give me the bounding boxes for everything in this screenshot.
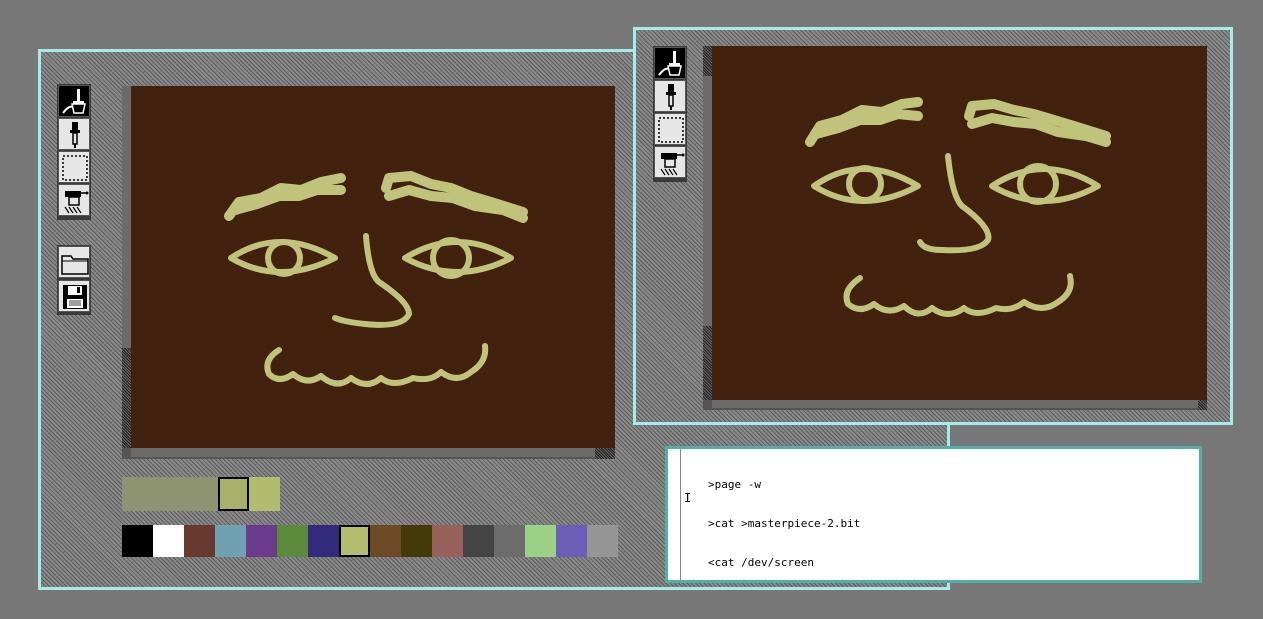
scroll-corner [595, 448, 615, 459]
palette-swatch[interactable] [339, 525, 370, 557]
canvas-area [122, 86, 615, 459]
face-drawing [805, 97, 1111, 317]
eyedropper-tool[interactable] [58, 118, 90, 150]
vertical-scrollbar[interactable] [122, 86, 131, 348]
face-drawing [224, 171, 528, 387]
palette-swatch[interactable] [525, 525, 556, 557]
eyedropper-tool[interactable] [654, 80, 686, 112]
palette-swatch[interactable] [215, 525, 246, 557]
canvas-area [703, 46, 1207, 410]
marquee-select-tool[interactable] [58, 151, 90, 183]
vertical-scrollbar[interactable] [703, 76, 712, 326]
eyedropper-icon [666, 84, 676, 110]
drawing-canvas[interactable] [131, 86, 615, 448]
terminal-scroll-gutter[interactable] [680, 449, 681, 580]
terminal-line: >cat >masterpiece-2.bit [708, 517, 861, 530]
fill-tool[interactable] [654, 146, 686, 178]
text-cursor-icon: I [684, 491, 692, 505]
palette-swatch[interactable] [401, 525, 432, 557]
terminal-output: >page -w >cat >masterpiece-2.bit <cat /d… [708, 452, 860, 595]
marquee-select-tool[interactable] [654, 113, 686, 145]
terminal-line: <cat /dev/screen [708, 556, 814, 569]
fill-tool[interactable] [58, 184, 90, 216]
horizontal-scrollbar[interactable] [712, 400, 1198, 408]
drawing-canvas[interactable] [712, 46, 1207, 400]
open-file-tool[interactable] [58, 246, 90, 278]
palette-swatch[interactable] [494, 525, 525, 557]
fill-tool-icon [64, 191, 89, 214]
palette-swatch[interactable] [370, 525, 401, 557]
current-colors [122, 477, 280, 511]
eyedropper-icon [70, 122, 80, 148]
terminal-line: >page -w [708, 478, 761, 491]
current-color-swatch[interactable] [122, 477, 218, 511]
palette-swatch[interactable] [556, 525, 587, 557]
palette-swatch[interactable] [153, 525, 184, 557]
floppy-disk-save-icon [63, 285, 87, 309]
scroll-track-remainder [122, 348, 131, 448]
scroll-track-remainder [703, 326, 712, 400]
paintbrush-tool[interactable] [58, 85, 90, 117]
save-file-tool[interactable] [58, 280, 90, 312]
paintbrush-icon [658, 51, 682, 76]
palette-swatch[interactable] [277, 525, 308, 557]
color-palette [122, 525, 618, 557]
paint-window-right [633, 27, 1233, 425]
palette-swatch[interactable] [587, 525, 618, 557]
palette-swatch[interactable] [246, 525, 277, 557]
palette-swatch[interactable] [308, 525, 339, 557]
folder-open-icon [61, 255, 89, 275]
palette-swatch[interactable] [432, 525, 463, 557]
terminal-window[interactable]: >page -w >cat >masterpiece-2.bit <cat /d… [665, 446, 1202, 583]
marquee-select-icon [658, 117, 684, 143]
paintbrush-icon [62, 89, 86, 114]
palette-swatch[interactable] [122, 525, 153, 557]
palette-swatch[interactable] [184, 525, 215, 557]
fill-tool-icon [660, 153, 685, 176]
file-palette [57, 245, 91, 315]
scroll-corner [1198, 400, 1207, 410]
marquee-select-icon [62, 155, 88, 181]
horizontal-scrollbar[interactable] [131, 448, 595, 457]
scroll-arrow-top[interactable] [703, 46, 712, 76]
primary-color-swatch[interactable] [218, 477, 249, 511]
palette-swatch[interactable] [463, 525, 494, 557]
tool-palette [57, 84, 91, 220]
tool-palette [653, 46, 687, 182]
secondary-color-swatch[interactable] [249, 477, 280, 511]
paintbrush-tool[interactable] [654, 47, 686, 79]
